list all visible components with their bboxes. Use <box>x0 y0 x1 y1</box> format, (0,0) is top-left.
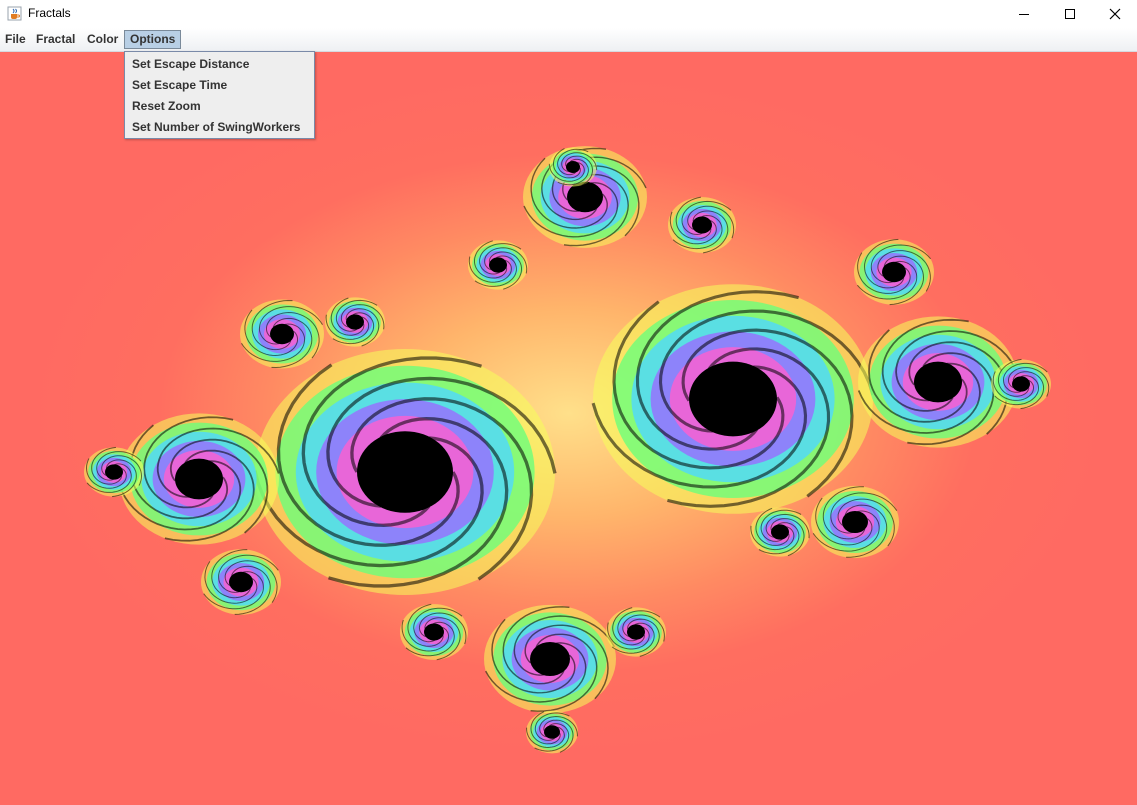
fractal-spiral <box>526 710 578 754</box>
minimize-icon <box>1019 14 1029 15</box>
fractal-spiral <box>84 446 144 498</box>
options-dropdown-menu: Set Escape Distance Set Escape Time Rese… <box>124 51 315 139</box>
fractal-spiral <box>325 297 385 347</box>
close-button[interactable] <box>1092 0 1137 28</box>
fractal-spiral <box>991 358 1051 410</box>
fractal-spiral <box>400 603 468 661</box>
maximize-button[interactable] <box>1047 0 1093 28</box>
fractal-spiral <box>468 240 528 290</box>
julia-set-image <box>84 146 1051 754</box>
java-cup-icon <box>7 6 22 21</box>
maximize-icon <box>1065 9 1075 19</box>
menu-options[interactable]: Options <box>124 30 182 49</box>
menu-item-set-escape-distance[interactable]: Set Escape Distance <box>132 54 249 75</box>
fractal-spiral <box>750 507 810 557</box>
fractal-spiral <box>118 413 280 545</box>
fractal-spiral <box>253 349 557 595</box>
menu-file[interactable]: File <box>0 30 31 49</box>
fractal-spiral <box>591 284 875 514</box>
fractal-spiral <box>484 604 616 714</box>
minimize-button[interactable] <box>1001 0 1047 28</box>
menu-color[interactable]: Color <box>82 30 123 49</box>
fractal-canvas[interactable] <box>0 52 1137 805</box>
window-title-bar: Fractals <box>0 0 1137 28</box>
close-icon <box>1109 8 1121 20</box>
fractal-spiral <box>606 607 666 657</box>
menu-bar: File Fractal Color Options <box>0 28 1137 52</box>
menu-fractal[interactable]: Fractal <box>31 30 80 49</box>
fractal-spiral <box>201 549 281 615</box>
fractal-spiral <box>668 196 736 254</box>
menu-item-set-escape-time[interactable]: Set Escape Time <box>132 75 227 96</box>
fractal-spiral <box>548 147 598 187</box>
fractal-spiral <box>811 485 899 559</box>
window-title: Fractals <box>28 6 71 20</box>
menu-item-set-number-of-swingworkers[interactable]: Set Number of SwingWorkers <box>132 117 300 138</box>
fractal-spiral <box>240 299 324 369</box>
fractal-spiral <box>854 238 934 306</box>
menu-item-reset-zoom[interactable]: Reset Zoom <box>132 96 201 117</box>
